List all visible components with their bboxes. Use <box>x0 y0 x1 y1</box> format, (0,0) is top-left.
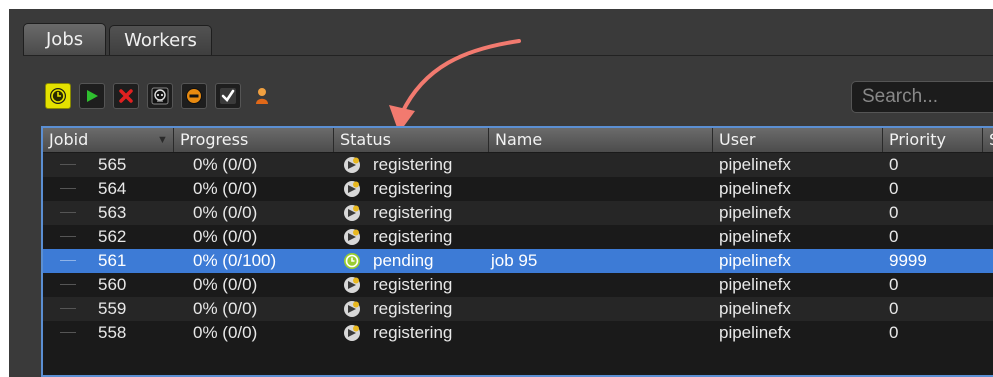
cell-user: pipelinefx <box>719 299 791 318</box>
cell-priority: 0 <box>889 227 899 246</box>
cell-jobid: 560 <box>98 275 127 294</box>
tab-bar: Jobs Workers <box>23 23 215 55</box>
table-row[interactable]: 560 0% (0/0) registering pipelinefx 0 <box>43 273 993 297</box>
cell-priority: 0 <box>889 275 899 294</box>
table-row[interactable]: 559 0% (0/0) registering pipelinefx 0 <box>43 297 993 321</box>
cell-progress: 0% (0/0) <box>193 299 258 318</box>
cell-user: pipelinefx <box>719 203 791 222</box>
sort-descending-icon: ▼ <box>157 134 168 146</box>
tree-branch-line <box>60 284 76 285</box>
toolbar <box>45 83 283 109</box>
cell-priority: 0 <box>889 203 899 222</box>
cell-progress: 0% (0/0) <box>193 275 258 294</box>
skull-icon <box>151 87 169 105</box>
cell-user: pipelinefx <box>719 227 791 246</box>
cell-progress: 0% (0/0) <box>193 323 258 342</box>
cell-user: pipelinefx <box>719 251 791 270</box>
column-header-name[interactable]: Name <box>488 128 712 152</box>
tab-workers[interactable]: Workers <box>109 25 212 55</box>
pending-button[interactable] <box>45 83 71 109</box>
tab-jobs[interactable]: Jobs <box>23 23 107 55</box>
cell-user: pipelinefx <box>719 275 791 294</box>
column-header-user[interactable]: User <box>712 128 882 152</box>
cell-priority: 0 <box>889 299 899 318</box>
tree-branch-line <box>60 236 76 237</box>
cell-progress: 0% (0/0) <box>193 227 258 246</box>
cell-jobid: 558 <box>98 323 127 342</box>
cell-priority: 0 <box>889 323 899 342</box>
tree-branch-line <box>60 332 76 333</box>
cell-user: pipelinefx <box>719 323 791 342</box>
cell-progress: 0% (0/100) <box>193 251 277 270</box>
user-icon <box>256 88 268 104</box>
user-filter-button[interactable] <box>249 83 275 109</box>
cell-progress: 0% (0/0) <box>193 179 258 198</box>
table-row[interactable]: 563 0% (0/0) registering pipelinefx 0 <box>43 201 993 225</box>
cell-name: job 95 <box>491 251 538 270</box>
cell-status: registering <box>373 155 453 174</box>
block-button[interactable] <box>181 83 207 109</box>
cell-status: registering <box>373 179 453 198</box>
tree-branch-line <box>60 188 76 189</box>
table-row[interactable]: 565 0% (0/0) registering pipelinefx 0 <box>43 153 993 177</box>
column-header-priority[interactable]: Priority <box>882 128 982 152</box>
cell-jobid: 559 <box>98 299 127 318</box>
cell-jobid: 563 <box>98 203 127 222</box>
app-window: Jobs Workers Search... Jobid ▼ Progress … <box>9 9 993 377</box>
search-input[interactable]: Search... <box>851 81 993 113</box>
tree-branch-line <box>60 260 76 261</box>
table-row[interactable]: 564 0% (0/0) registering pipelinefx 0 <box>43 177 993 201</box>
terminate-button[interactable] <box>147 83 173 109</box>
cell-jobid: 565 <box>98 155 127 174</box>
cell-status: registering <box>373 275 453 294</box>
tree-branch-line <box>60 308 76 309</box>
resume-button[interactable] <box>79 83 105 109</box>
cell-status: registering <box>373 203 453 222</box>
column-header-progress[interactable]: Progress <box>173 128 333 152</box>
status-registering-icon <box>344 181 360 197</box>
cell-progress: 0% (0/0) <box>193 155 258 174</box>
cell-status: registering <box>373 299 453 318</box>
jobs-table: Jobid ▼ Progress Status Name User Priori… <box>41 126 993 377</box>
cell-jobid: 564 <box>98 179 127 198</box>
cell-user: pipelinefx <box>719 179 791 198</box>
cell-jobid: 561 <box>98 251 127 270</box>
stop-minus-icon <box>186 88 202 104</box>
checkmark-icon <box>220 88 236 104</box>
status-registering-icon <box>344 277 360 293</box>
cell-jobid: 562 <box>98 227 127 246</box>
cell-status: pending <box>373 251 434 270</box>
status-registering-icon <box>344 301 360 317</box>
cell-status: registering <box>373 323 453 342</box>
annotation-arrow-icon <box>389 39 521 133</box>
kill-button[interactable] <box>113 83 139 109</box>
kill-x-icon <box>119 89 133 103</box>
column-header-s[interactable]: S <box>982 128 993 152</box>
status-registering-icon <box>344 205 360 221</box>
cell-status: registering <box>373 227 453 246</box>
tree-branch-line <box>60 212 76 213</box>
table-row[interactable]: 561 0% (0/100) pending job 95 pipelinefx 9999 <box>43 249 993 273</box>
cell-user: pipelinefx <box>719 155 791 174</box>
column-header-jobid[interactable]: Jobid <box>43 128 173 152</box>
status-registering-icon <box>344 229 360 245</box>
play-icon <box>87 90 98 102</box>
pending-clock-icon <box>50 88 66 104</box>
tree-branch-line <box>60 164 76 165</box>
table-body: 565 0% (0/0) registering pipelinefx 0 564 0% (… <box>43 153 993 345</box>
column-header-status[interactable]: Status <box>333 128 488 152</box>
status-pending-icon <box>344 253 360 269</box>
table-header: Jobid ▼ Progress Status Name User Priori… <box>43 128 993 153</box>
cell-priority: 9999 <box>889 251 927 270</box>
status-registering-icon <box>344 157 360 173</box>
table-row[interactable]: 562 0% (0/0) registering pipelinefx 0 <box>43 225 993 249</box>
cell-progress: 0% (0/0) <box>193 203 258 222</box>
cell-priority: 0 <box>889 155 899 174</box>
table-row[interactable]: 558 0% (0/0) registering pipelinefx 0 <box>43 321 993 345</box>
status-registering-icon <box>344 325 360 341</box>
complete-button[interactable] <box>215 83 241 109</box>
cell-priority: 0 <box>889 179 899 198</box>
